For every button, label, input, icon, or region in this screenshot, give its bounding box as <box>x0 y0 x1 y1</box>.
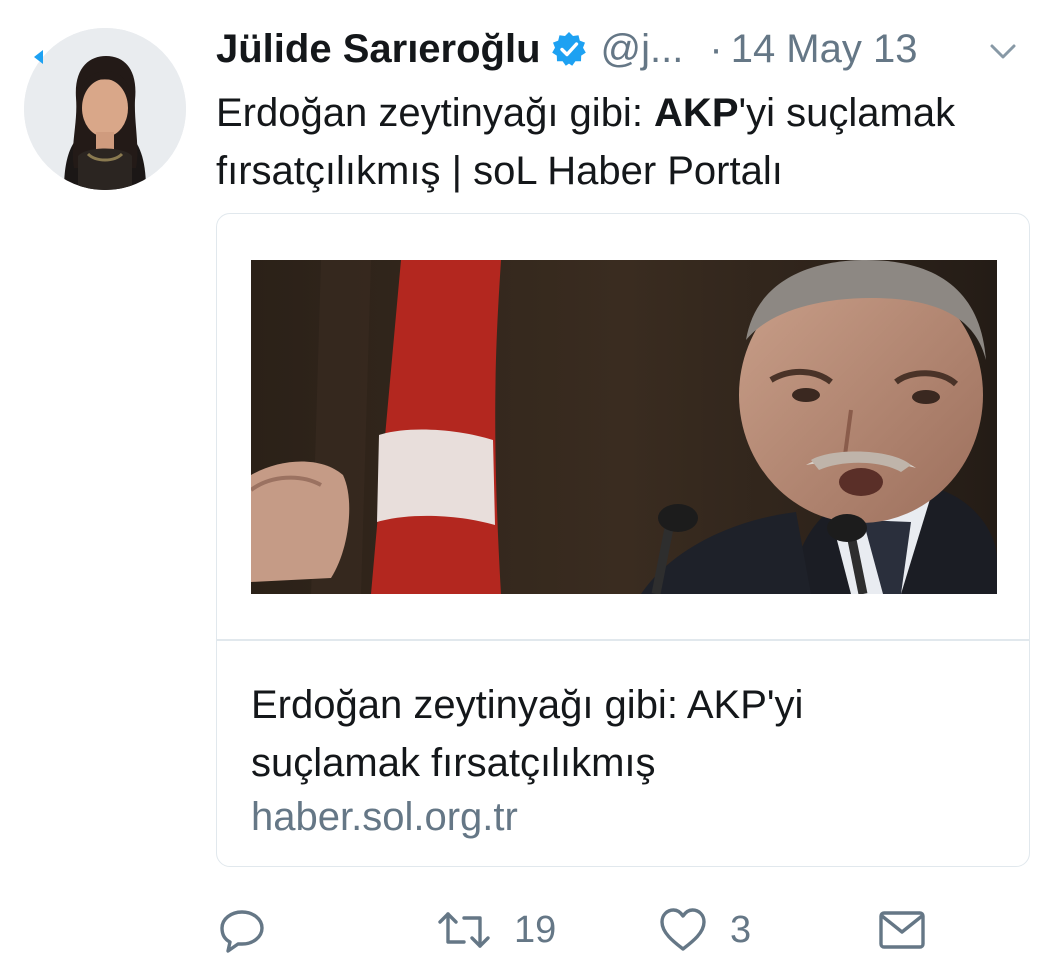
profile-photo-icon <box>24 28 186 190</box>
link-card[interactable]: Erdoğan zeytinyağı gibi: AKP'yi suçlamak… <box>216 213 1030 867</box>
card-title[interactable]: Erdoğan zeytinyağı gibi: AKP'yi suçlamak… <box>251 676 951 792</box>
avatar[interactable] <box>24 28 186 190</box>
verified-badge-icon <box>551 31 587 67</box>
envelope-icon <box>878 906 926 954</box>
direct-message-button[interactable] <box>878 902 926 958</box>
display-name[interactable]: Jülide Sarıeroğlu <box>216 27 541 72</box>
tweet-text-bold: AKP <box>654 91 739 135</box>
retweet-button[interactable]: 19 <box>436 902 556 958</box>
tweet-date[interactable]: 14 May 13 <box>731 27 918 72</box>
retweet-icon <box>436 906 492 954</box>
retweet-count: 19 <box>514 908 557 951</box>
card-divider <box>217 639 1029 641</box>
like-count: 3 <box>730 908 752 951</box>
reply-icon <box>218 906 266 954</box>
news-photo-icon <box>251 260 997 594</box>
card-domain[interactable]: haber.sol.org.tr <box>251 792 518 842</box>
chevron-down-icon[interactable] <box>988 36 1018 66</box>
corner-marker <box>34 50 43 64</box>
separator-dot: · <box>709 26 723 71</box>
tweet-actions: 19 3 <box>216 902 936 958</box>
user-handle[interactable]: @j... <box>601 27 684 72</box>
like-button[interactable]: 3 <box>658 902 751 958</box>
tweet-text-part: Erdoğan zeytinyağı gibi: <box>216 91 655 135</box>
heart-icon <box>658 906 708 954</box>
reply-button[interactable] <box>218 902 266 958</box>
tweet-text: Erdoğan zeytinyağı gibi: AKP'yi suçlamak… <box>216 84 1046 200</box>
tweet-header: Jülide Sarıeroğlu @j... · 14 May 13 <box>216 22 1036 76</box>
card-image[interactable] <box>251 260 997 594</box>
